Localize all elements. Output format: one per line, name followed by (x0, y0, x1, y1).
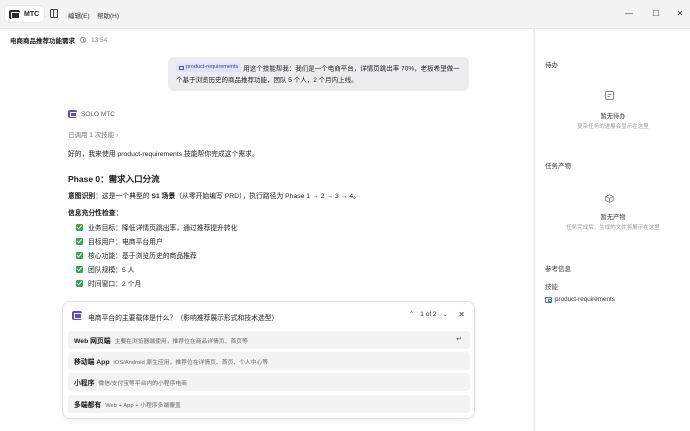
check-item-label: 核心功能：基于浏览历史的商品推荐 (88, 253, 197, 260)
chevron-down-icon[interactable]: ⌄ (443, 310, 448, 318)
close-button[interactable]: ✕ (674, 7, 686, 19)
menu-help[interactable]: 帮助(H) (97, 10, 119, 20)
reference-skill-label: product-requirements (555, 296, 615, 303)
app-name: MTC (24, 10, 40, 18)
artifacts-empty-title: 暂无产物 (600, 214, 626, 221)
option-desc: Web + App + 小程序多端覆盖 (105, 402, 181, 409)
artifacts-empty-sub: 任务完成后，生成的文件将展示在这里 (566, 225, 660, 231)
option-multi[interactable]: 多端都有 Web + App + 小程序多端覆盖 (68, 395, 470, 413)
app-logo-icon (9, 9, 20, 19)
conversation-time: 13:54 (91, 36, 108, 44)
option-desc: 主要在浏览器端使用，推荐位在商品详情页、首页等 (114, 338, 248, 345)
todo-empty-title: 暂无待办 (600, 113, 626, 120)
check-icon (76, 223, 83, 231)
check-icon (76, 279, 83, 287)
agent-header: SOLO MTC (68, 110, 115, 118)
check-item: 业务目标：降低详情页跳出率，通过推荐提升转化 (76, 222, 238, 232)
option-web[interactable]: Web 网页端 主要在浏览器端使用，推荐位在商品详情页、首页等 ↵ (68, 331, 470, 349)
user-message-line1: 用这个技能帮我：我们是一个电商平台，详情页跳出率 70%，老板希望做一 (243, 65, 460, 73)
intent-rest: （从零开始编写 PRD），执行路径为 Phase 1 → 2 → 3 → 4。 (175, 193, 360, 200)
check-icon (76, 237, 83, 245)
box-icon (605, 194, 614, 203)
used-skills-label: 已调用 1 次技能 (68, 132, 115, 139)
question-page: 1 of 2 (420, 310, 437, 318)
check-item-label: 业务目标：降低详情页跳出率，通过推荐提升转化 (88, 225, 238, 232)
check-icon (76, 265, 83, 273)
app-tab[interactable]: MTC (5, 6, 44, 22)
check-item: 核心功能：基于浏览历史的商品推荐 (76, 250, 197, 260)
menu-edit[interactable]: 编辑(E) (68, 10, 90, 20)
option-desc: iOS/Android 原生应用，推荐位在详情页、首页、个人中心等 (113, 359, 269, 366)
skill-icon (545, 296, 552, 303)
close-question-icon[interactable]: ✕ (458, 310, 465, 319)
agent-name: SOLO MTC (81, 110, 115, 118)
option-title: 多端都有 (74, 402, 102, 409)
skill-icon (179, 65, 184, 70)
reference-skill-item[interactable]: product-requirements (545, 296, 615, 303)
skills-label: 技能 (545, 284, 558, 291)
option-title: 小程序 (74, 380, 95, 387)
check-item: 团队规模：5 人 (76, 264, 134, 274)
side-panel: 待办 暂无待办 复杂任务的进展会显示在这里 任务产物 暂无产物 任务完成后，生成… (534, 28, 690, 431)
check-item-label: 时间窗口：2 个月 (88, 281, 142, 288)
option-desc: 微信/支付宝等平台内的小程序电商 (98, 380, 187, 387)
option-title: Web 网页端 (74, 338, 111, 345)
user-message: product-requirements 用这个技能帮我：我们是一个电商平台，详情… (168, 57, 469, 91)
option-title: 移动端 App (74, 359, 110, 366)
check-item-label: 目标用户：电商平台用户 (88, 239, 163, 246)
question-text: 电商平台的主要载体是什么？（影响推荐展示形式和技术选型） (88, 315, 279, 322)
sidebar-toggle-icon[interactable] (50, 9, 58, 18)
question-card: 电商平台的主要载体是什么？（影响推荐展示形式和技术选型） ⌃ 1 of 2 ⌄ … (62, 301, 475, 419)
conversation-header: 电商商品推荐功能需求 13:54 (10, 35, 108, 46)
agent-avatar-icon (68, 110, 77, 118)
todo-empty-sub: 复杂任务的进展会显示在这里 (577, 124, 649, 130)
option-miniprogram[interactable]: 小程序 微信/支付宝等平台内的小程序电商 (68, 373, 470, 391)
intent-label: 意图识别 (68, 193, 96, 200)
enter-icon: ↵ (456, 336, 462, 343)
artifacts-title: 任务产物 (545, 163, 571, 170)
agent-intro: 好的，我来使用 product-requirements 技能帮你完成这个需求。 (68, 151, 259, 158)
user-message-line2: 个基于浏览历史的商品推荐功能，团队 5 个人，2 个月内上线。 (176, 76, 358, 84)
chevron-right-icon: › (116, 132, 119, 139)
conversation-title: 电商商品推荐功能需求 (10, 38, 75, 45)
todo-title: 待办 (545, 62, 558, 69)
reference-title: 参考信息 (545, 266, 571, 273)
question-pager: ⌃ 1 of 2 ⌄ (409, 310, 448, 319)
question-icon (72, 311, 82, 320)
clock-icon (80, 37, 86, 43)
check-item: 目标用户：电商平台用户 (76, 236, 163, 246)
phase-title: Phase 0：需求入口分流 (68, 174, 160, 184)
minimize-button[interactable]: — (623, 7, 635, 19)
check-icon (76, 251, 83, 259)
skill-chip-label: product-requirements (186, 64, 239, 70)
info-check-title: 信息充分性检查： (68, 210, 123, 217)
check-item: 时间窗口：2 个月 (76, 278, 141, 288)
skill-chip[interactable]: product-requirements (176, 63, 242, 72)
intent-text: ：这是一个典型的 (95, 193, 152, 200)
maximize-button[interactable]: ☐ (650, 7, 662, 19)
check-item-label: 团队规模：5 人 (88, 267, 135, 274)
used-skills-toggle[interactable]: 已调用 1 次技能 › (68, 129, 118, 139)
option-app[interactable]: 移动端 App iOS/Android 原生应用，推荐位在详情页、首页、个人中心… (68, 352, 470, 370)
title-bar: MTC 编辑(E) 帮助(H) — ☐ ✕ (0, 0, 690, 28)
intent-scene: S1 场景 (151, 193, 176, 200)
todo-empty-icon (605, 91, 614, 100)
chevron-up-icon[interactable]: ⌃ (409, 310, 414, 318)
intent-line: 意图识别：这是一个典型的 S1 场景（从零开始编写 PRD），执行路径为 Pha… (68, 190, 360, 200)
